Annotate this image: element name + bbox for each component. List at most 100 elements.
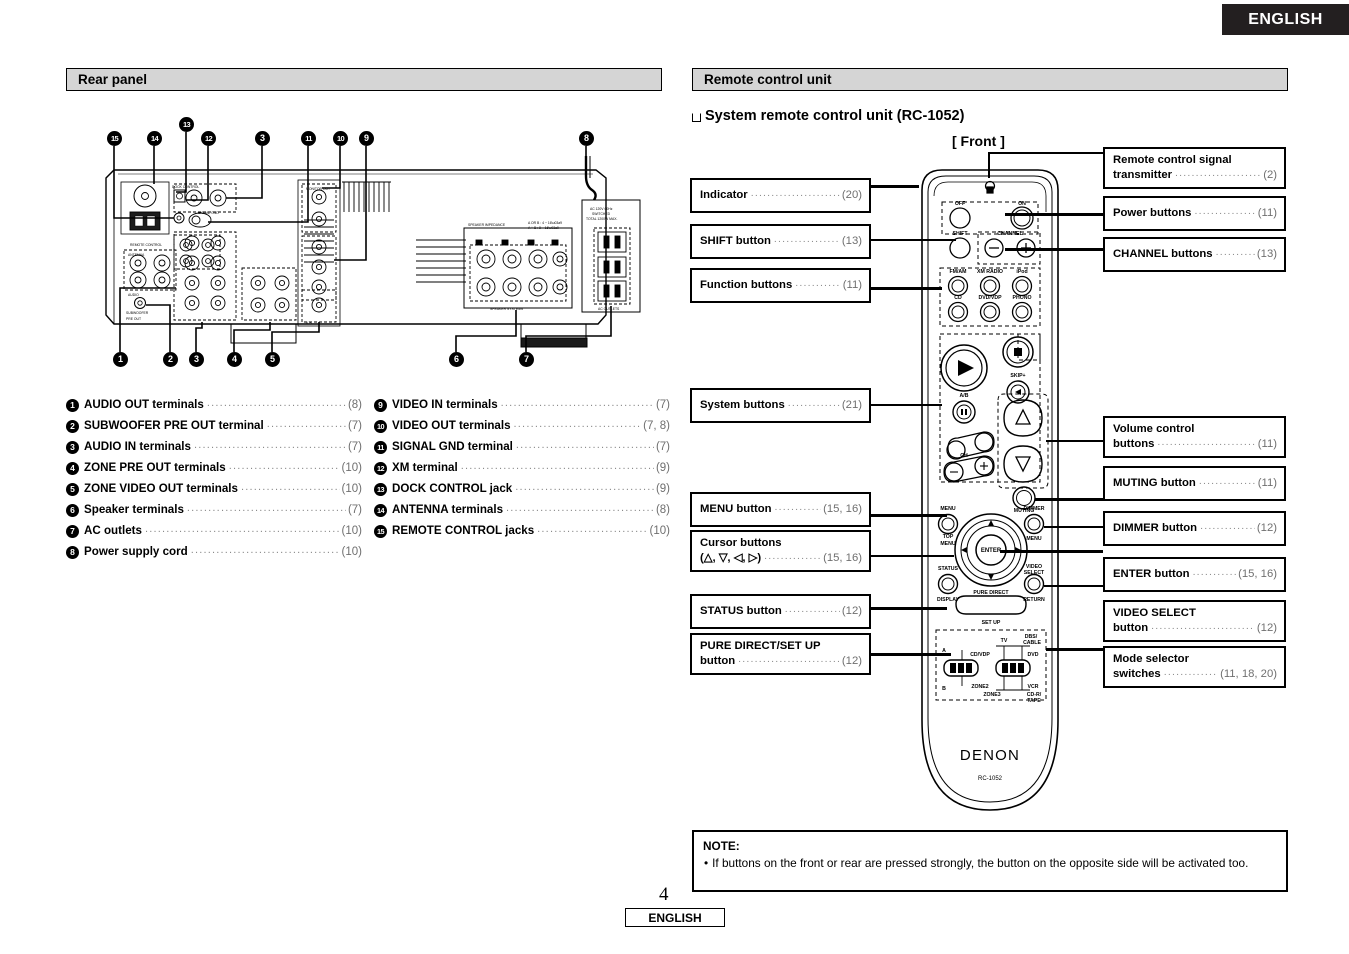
rear-marker-6: 6 [449, 352, 464, 367]
section-header-remote-control-label: Remote control unit [704, 72, 832, 87]
svg-text:RC-1052: RC-1052 [978, 776, 1003, 782]
rear-panel-legend-right: 9 VIDEO IN terminals.....................… [374, 397, 670, 545]
leader-shift [869, 239, 956, 241]
callout-page-ref: (21) [841, 399, 862, 411]
svg-text:TAPE: TAPE [1027, 698, 1041, 704]
legend-dot-leader: ........................................… [240, 481, 340, 493]
leader-system [869, 404, 942, 406]
callout-page-ref: (15, 16) [1238, 568, 1277, 580]
callout-dot-leader: ........................................ [1175, 167, 1262, 179]
callout-dimmer-button: DIMMER button...........................… [1103, 511, 1286, 546]
svg-text:iPod: iPod [1016, 269, 1027, 275]
legend-number: 14 [374, 504, 387, 518]
note-bullet-icon: • [704, 856, 709, 870]
leader-status [869, 607, 947, 610]
callout-label-text: Indicator [700, 189, 748, 201]
svg-text:DENON: DENON [960, 747, 1020, 764]
leader-channel [1005, 248, 1103, 251]
callout-page-ref: (13) [1256, 248, 1277, 260]
legend-dot-leader: ........................................… [190, 544, 340, 556]
legend-bullet-2: 2 [66, 420, 79, 434]
leader-mode-selector [1046, 648, 1103, 651]
legend-bullet-8: 8 [66, 546, 79, 560]
callout-page-ref: (11) [1257, 207, 1277, 219]
callout-label-text: MENU button [700, 503, 772, 515]
legend-label: AUDIO OUT terminals [84, 398, 204, 411]
svg-text:MENU: MENU [940, 541, 956, 547]
callout-dot-leader: ........................................ [1200, 520, 1255, 532]
legend-dot-leader: ........................................… [186, 502, 346, 514]
legend-item: 2 SUBWOOFER PRE OUT terminal.............… [66, 418, 362, 440]
svg-text:RETURN: RETURN [1023, 597, 1045, 603]
checkbox-square-icon [692, 112, 701, 122]
callout-volume-buttons: Volume control buttons...................… [1103, 416, 1286, 458]
svg-text:SET UP: SET UP [982, 620, 1001, 626]
leader-muting [1035, 498, 1103, 501]
svg-text:A + B : 8 ~ 16\u03a9: A + B : 8 ~ 16\u03a9 [528, 226, 559, 230]
svg-text:STATUS: STATUS [938, 566, 959, 572]
legend-dot-leader: ........................................… [500, 397, 654, 409]
svg-text:ANTENNA: ANTENNA [128, 253, 145, 257]
callout-dot-leader: ........................................ [784, 603, 840, 615]
callout-pure-direct-button: PURE DIRECT/SET UP button................… [690, 633, 871, 675]
legend-number: 10 [374, 420, 387, 434]
legend-label: VIDEO OUT terminals [392, 419, 511, 432]
language-header-tab: ENGLISH [1222, 4, 1349, 35]
callout-label-line1: DIMMER button...........................… [1113, 520, 1277, 536]
legend-label: SUBWOOFER PRE OUT terminal [84, 419, 264, 432]
callout-dot-leader: ........................................ [1151, 620, 1255, 632]
section-header-remote-control: Remote control unit [692, 68, 1288, 91]
legend-number: 11 [374, 441, 387, 455]
svg-text:AC OUTLETS: AC OUTLETS [598, 307, 620, 311]
callout-label-line1: STATUS button...........................… [700, 603, 862, 619]
legend-item: 7 AC outlets.............................… [66, 523, 362, 545]
legend-number: 15 [374, 525, 387, 539]
legend-number: 4 [66, 462, 79, 476]
callout-dot-leader: ........................................ [787, 397, 840, 409]
legend-page-ref: (7) [655, 441, 670, 453]
svg-text:SELECT: SELECT [1024, 570, 1045, 576]
leader-function [869, 287, 942, 290]
callout-label-line1: Power buttons...........................… [1113, 205, 1277, 221]
legend-page-ref: (10) [341, 546, 362, 558]
rear-marker-2: 2 [163, 352, 178, 367]
callout-page-ref: (20) [841, 189, 862, 201]
callout-label-text: Function buttons [700, 279, 793, 291]
callout-enter-button: ENTER button............................… [1103, 557, 1286, 592]
legend-bullet-10: 10 [374, 420, 387, 434]
svg-text:B: B [942, 686, 946, 692]
legend-bullet-13: 13 [374, 483, 387, 497]
callout-system-buttons: System buttons..........................… [690, 388, 871, 423]
svg-text:ENTER: ENTER [981, 548, 1002, 554]
callout-label-line1: Indicator...............................… [700, 187, 862, 203]
svg-text:TOTAL 1200W MAX.: TOTAL 1200W MAX. [586, 217, 617, 221]
callout-dot-leader: ........................................ [1157, 436, 1255, 448]
leader-menu [869, 514, 947, 517]
callout-label-text: CHANNEL buttons [1113, 248, 1213, 260]
callout-label-text: button [700, 655, 736, 667]
note-item-text: If buttons on the front or rear are pres… [712, 856, 1249, 870]
legend-number: 8 [66, 546, 79, 560]
callout-dot-leader: ........................................ [764, 550, 821, 562]
legend-dot-leader: ........................................… [515, 481, 654, 493]
svg-text:TOP: TOP [943, 534, 954, 540]
rear-marker-3: 3 [189, 352, 204, 367]
legend-dot-leader: ........................................… [513, 418, 642, 430]
legend-label: ZONE VIDEO OUT terminals [84, 482, 238, 495]
callout-dot-leader: ........................................ [773, 233, 840, 245]
legend-number: 6 [66, 504, 79, 518]
svg-text:TV: TV [1001, 638, 1008, 644]
svg-text:XM RADIO: XM RADIO [977, 269, 1003, 275]
note-box: NOTE: • If buttons on the front or rear … [692, 830, 1288, 892]
svg-text:FM/AM: FM/AM [950, 269, 967, 275]
legend-bullet-14: 14 [374, 504, 387, 518]
legend-number: 3 [66, 441, 79, 455]
legend-bullet-1: 1 [66, 399, 79, 413]
svg-text:OFF: OFF [955, 201, 965, 207]
callout-dot-leader: ........................................ [750, 187, 840, 199]
legend-dot-leader: ........................................… [144, 523, 340, 535]
legend-page-ref: (8) [347, 399, 362, 411]
svg-text:ON: ON [1018, 201, 1026, 207]
callout-label-line1: Function buttons........................… [700, 277, 862, 293]
svg-text:SHIFT: SHIFT [953, 231, 969, 237]
